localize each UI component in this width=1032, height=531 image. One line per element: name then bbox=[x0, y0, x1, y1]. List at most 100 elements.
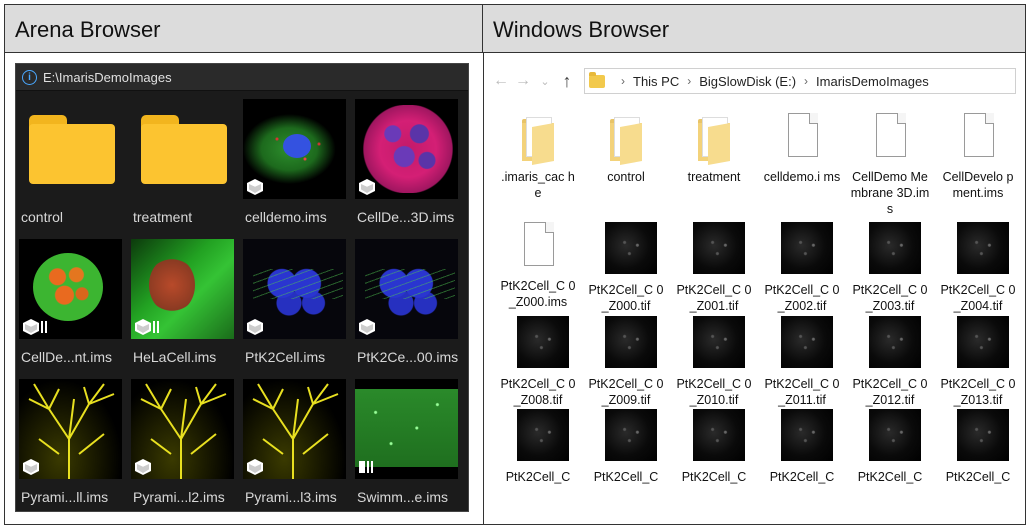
tif-thumbnail-icon bbox=[686, 316, 745, 368]
cube-icon bbox=[359, 319, 375, 335]
breadcrumb-this-pc[interactable]: This PC bbox=[633, 74, 679, 89]
windows-file-label: PtK2Cell_C bbox=[681, 470, 747, 484]
file-icon bbox=[862, 113, 918, 165]
tif-thumbnail-icon bbox=[686, 409, 745, 461]
arena-tile-label: HeLaCell.ims bbox=[133, 349, 217, 365]
windows-file-label: PtK2Cell_C bbox=[769, 470, 835, 484]
windows-file-label: CellDevelo pment.ims bbox=[942, 170, 1014, 200]
windows-file-label: PtK2Cell_C 0_Z011.tif bbox=[764, 377, 840, 407]
image-thumbnail bbox=[243, 99, 346, 199]
arena-tile-label: Swimm...e.ims bbox=[357, 489, 448, 505]
image-thumbnail bbox=[131, 379, 234, 479]
breadcrumb-drive[interactable]: BigSlowDisk (E:) bbox=[699, 74, 796, 89]
windows-address-bar: ← → ⌄ ↑ › This PC › BigSlowDisk (E:) › I… bbox=[490, 66, 1016, 96]
chevron-right-icon[interactable]: › bbox=[687, 74, 691, 88]
tif-thumbnail-icon bbox=[686, 222, 745, 274]
windows-file-label: PtK2Cell_C 0_Z003.tif bbox=[852, 283, 928, 313]
windows-file-label: PtK2Cell_C 0_Z000.tif bbox=[588, 283, 664, 313]
timeseries-icon bbox=[359, 461, 373, 473]
file-icon bbox=[774, 113, 830, 165]
arena-tile-label: celldemo.ims bbox=[245, 209, 327, 225]
cube-icon bbox=[135, 459, 151, 475]
arena-tile-label: Pyrami...ll.ims bbox=[21, 489, 109, 505]
windows-file-label: PtK2Cell_C bbox=[505, 470, 571, 484]
tif-thumbnail-icon bbox=[950, 409, 1009, 461]
arena-tile-label: Pyrami...l3.ims bbox=[245, 489, 337, 505]
tif-thumbnail-icon bbox=[598, 222, 657, 274]
timeseries-icon bbox=[153, 321, 159, 333]
windows-file-label: control bbox=[607, 170, 645, 184]
chevron-right-icon[interactable]: › bbox=[804, 74, 808, 88]
windows-file-label: PtK2Cell_C 0_Z013.tif bbox=[940, 377, 1016, 407]
back-arrow-icon[interactable]: ← bbox=[490, 72, 512, 90]
forward-arrow-icon[interactable]: → bbox=[512, 72, 534, 90]
folder-icon bbox=[19, 99, 122, 199]
arena-tile-label: Pyrami...l2.ims bbox=[133, 489, 225, 505]
windows-file-label: PtK2Cell_C 0_Z009.tif bbox=[588, 377, 664, 407]
panel-divider bbox=[483, 53, 484, 524]
image-thumbnail bbox=[19, 379, 122, 479]
arena-tile-label: PtK2Cell.ims bbox=[245, 349, 326, 365]
windows-file-label: PtK2Cell_C 0_Z001.tif bbox=[676, 283, 752, 313]
windows-file-label: CellDemo Membrane 3D.ims bbox=[850, 170, 930, 216]
image-thumbnail bbox=[243, 239, 346, 339]
recent-chevron-icon[interactable]: ⌄ bbox=[534, 75, 556, 88]
tif-thumbnail-icon bbox=[862, 316, 921, 368]
windows-file-label: PtK2Cell_C bbox=[857, 470, 923, 484]
cube-icon bbox=[23, 459, 39, 475]
tif-thumbnail-icon bbox=[950, 316, 1009, 368]
windows-header: Windows Browser bbox=[483, 5, 1025, 53]
windows-file-label: PtK2Cell_C 0_Z000.ims bbox=[500, 279, 576, 309]
tif-thumbnail-icon bbox=[510, 409, 569, 461]
image-thumbnail bbox=[19, 239, 122, 339]
image-thumbnail bbox=[131, 239, 234, 339]
cube-icon bbox=[135, 319, 151, 335]
windows-file-label: PtK2Cell_C 0_Z012.tif bbox=[852, 377, 928, 407]
windows-file-label: PtK2Cell_C 0_Z010.tif bbox=[676, 377, 752, 407]
arena-tile-label: CellDe...3D.ims bbox=[357, 209, 455, 225]
file-icon bbox=[510, 222, 566, 274]
info-icon[interactable]: i bbox=[22, 69, 37, 85]
arena-path-text: E:\ImarisDemoImages bbox=[43, 69, 172, 85]
image-thumbnail bbox=[355, 99, 458, 199]
tif-thumbnail-icon bbox=[510, 316, 569, 368]
arena-tile-label: CellDe...nt.ims bbox=[21, 349, 113, 365]
folder-icon bbox=[589, 71, 605, 88]
tif-thumbnail-icon bbox=[774, 222, 833, 274]
address-box[interactable]: › This PC › BigSlowDisk (E:) › ImarisDem… bbox=[584, 68, 1016, 94]
arena-browser-panel: i E:\ImarisDemoImages control treatment … bbox=[15, 63, 469, 512]
image-thumbnail bbox=[243, 379, 346, 479]
tif-thumbnail-icon bbox=[950, 222, 1009, 274]
folder-icon bbox=[598, 113, 654, 165]
windows-file-label: treatment bbox=[687, 170, 741, 184]
windows-file-label: .imaris_cac he bbox=[501, 170, 575, 200]
folder-icon bbox=[686, 113, 742, 165]
tif-thumbnail-icon bbox=[598, 316, 657, 368]
folder-icon bbox=[131, 99, 234, 199]
tif-thumbnail-icon bbox=[774, 409, 833, 461]
windows-file-label: PtK2Cell_C 0_Z002.tif bbox=[764, 283, 840, 313]
timeseries-icon bbox=[41, 321, 47, 333]
tif-thumbnail-icon bbox=[862, 409, 921, 461]
windows-file-label: PtK2Cell_C bbox=[945, 470, 1011, 484]
image-thumbnail bbox=[355, 379, 458, 479]
cube-icon bbox=[359, 179, 375, 195]
windows-file-label: PtK2Cell_C bbox=[593, 470, 659, 484]
cube-icon bbox=[247, 319, 263, 335]
file-icon bbox=[950, 113, 1006, 165]
tif-thumbnail-icon bbox=[774, 316, 833, 368]
cube-icon bbox=[247, 179, 263, 195]
windows-file-label: PtK2Cell_C 0_Z008.tif bbox=[500, 377, 576, 407]
arena-tile-label: PtK2Ce...00.ims bbox=[357, 349, 459, 365]
cube-icon bbox=[23, 319, 39, 335]
arena-header: Arena Browser bbox=[5, 5, 483, 53]
up-arrow-icon[interactable]: ↑ bbox=[556, 71, 578, 92]
tif-thumbnail-icon bbox=[598, 409, 657, 461]
windows-file-label: PtK2Cell_C 0_Z004.tif bbox=[940, 283, 1016, 313]
arena-tile-label: treatment bbox=[133, 209, 193, 225]
chevron-right-icon[interactable]: › bbox=[621, 74, 625, 88]
arena-path-bar[interactable]: i E:\ImarisDemoImages bbox=[16, 64, 468, 91]
windows-file-label: celldemo.i ms bbox=[763, 170, 841, 184]
folder-icon bbox=[510, 113, 566, 165]
breadcrumb-folder[interactable]: ImarisDemoImages bbox=[816, 74, 929, 89]
